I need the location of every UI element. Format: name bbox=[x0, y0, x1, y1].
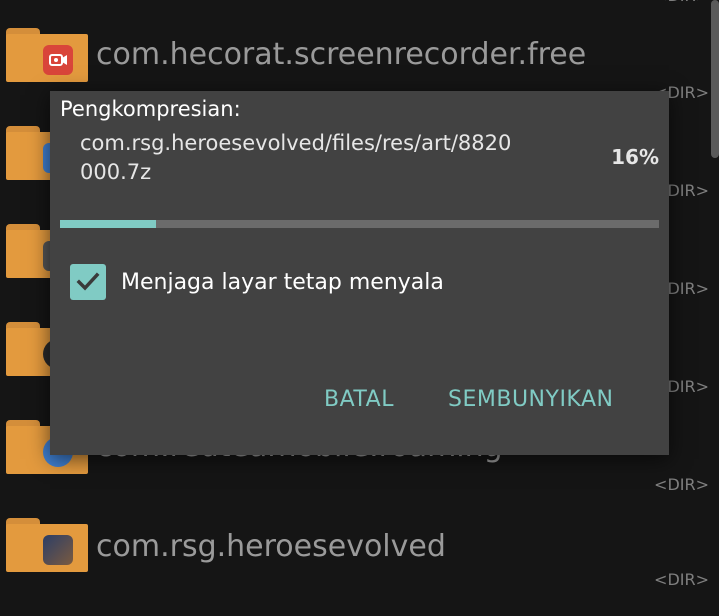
folder-icon bbox=[6, 518, 88, 572]
cancel-button[interactable]: BATAL bbox=[324, 387, 394, 412]
list-item[interactable]: com.rsg.heroesevolved bbox=[0, 518, 719, 616]
progress-fill bbox=[60, 220, 156, 228]
dir-label: <DIR> bbox=[654, 570, 709, 589]
dir-label: <DIR> bbox=[654, 475, 709, 494]
dir-label: <DIR> bbox=[654, 0, 709, 5]
file-name: com.rsg.heroesevolved bbox=[96, 529, 446, 564]
heroes-evolved-app-icon bbox=[43, 535, 73, 565]
file-name: com.hecorat.screenrecorder.free bbox=[96, 37, 587, 72]
folder-icon bbox=[6, 28, 88, 82]
progress-percent: 16% bbox=[611, 145, 659, 169]
keep-screen-on-checkbox[interactable] bbox=[70, 264, 106, 300]
scrollbar[interactable] bbox=[711, 0, 719, 158]
screen-recorder-app-icon bbox=[43, 45, 73, 75]
progress-bar bbox=[60, 220, 659, 228]
keep-screen-on-label: Menjaga layar tetap menyala bbox=[121, 269, 444, 295]
keep-screen-on-option[interactable]: Menjaga layar tetap menyala bbox=[70, 264, 444, 300]
compression-dialog: Pengkompresian: com.rsg.heroesevolved/fi… bbox=[50, 91, 669, 455]
checkmark-icon bbox=[76, 272, 100, 291]
file-path: com.rsg.heroesevolved/files/res/art/8820… bbox=[80, 131, 512, 184]
dialog-title: Pengkompresian: bbox=[60, 97, 241, 121]
hide-button[interactable]: SEMBUNYIKAN bbox=[448, 387, 613, 412]
